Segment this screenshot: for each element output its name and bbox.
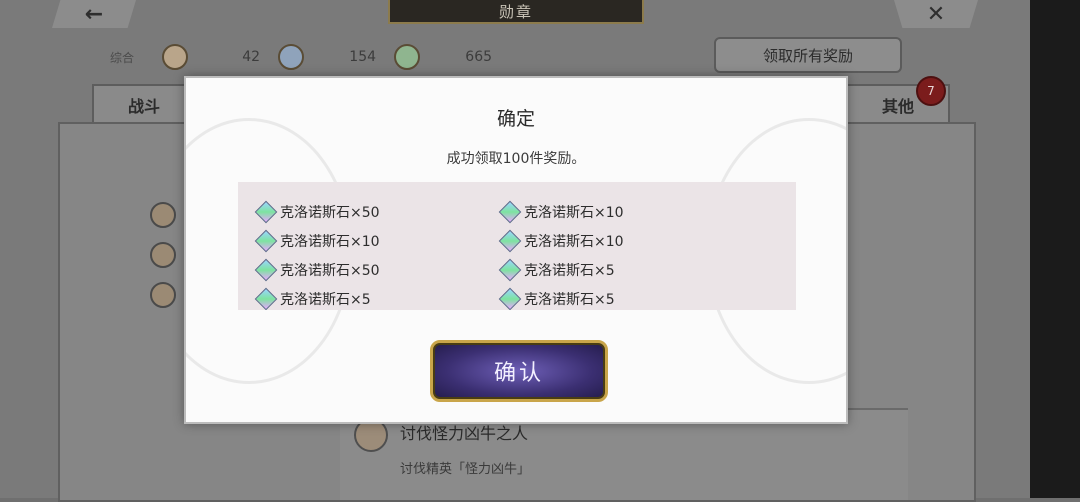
chronos-stone-icon (498, 287, 522, 310)
chronos-stone-icon (254, 287, 278, 310)
chronos-stone-icon (254, 200, 278, 224)
silver-medal-icon (278, 44, 305, 70)
medal-count-1: 42 (242, 49, 261, 65)
close-button[interactable]: ✕ (894, 0, 978, 28)
reward-item: 克洛诺斯石×10 (498, 229, 624, 253)
medal-icon (150, 242, 176, 268)
back-arrow-icon: ← (84, 1, 104, 27)
dialog-message: 成功领取100件奖励。 (446, 151, 586, 167)
back-button[interactable]: ← (52, 0, 136, 28)
page-title: 勋章 (388, 0, 644, 24)
reward-list[interactable]: 克洛诺斯石×50 克洛诺斯石×10 克洛诺斯石×10 克洛诺斯石×10 克洛诺斯… (238, 182, 796, 310)
reward-item: 克洛诺斯石×5 (498, 287, 615, 310)
claim-all-button[interactable]: 领取所有奖励 (714, 37, 902, 73)
bronze-medal-icon (162, 44, 189, 70)
reward-label: 克洛诺斯石×10 (280, 234, 380, 250)
reward-item: 克洛诺斯石×5 (498, 258, 615, 282)
chronos-stone-icon (254, 229, 278, 253)
reward-item: 克洛诺斯石×10 (254, 229, 380, 253)
reward-label: 克洛诺斯石×10 (524, 205, 624, 221)
screen-edge (1030, 0, 1080, 498)
close-icon: ✕ (926, 1, 946, 27)
reward-label: 克洛诺斯石×5 (524, 263, 615, 279)
reward-label: 克洛诺斯石×50 (280, 263, 380, 279)
reward-label: 克洛诺斯石×5 (524, 292, 615, 308)
reward-label: 克洛诺斯石×5 (280, 292, 371, 308)
quest-description: 讨伐精英「怪力凶牛」 (400, 462, 531, 477)
confirm-dialog: 确定 成功领取100件奖励。 克洛诺斯石×50 克洛诺斯石×10 克洛诺斯石×1… (184, 76, 848, 424)
chronos-stone-icon (498, 229, 522, 253)
medal-icon (150, 282, 176, 308)
chronos-stone-icon (498, 200, 522, 224)
confirm-button[interactable]: 确认 (430, 340, 608, 402)
reward-item: 克洛诺斯石×50 (254, 258, 380, 282)
reward-label: 克洛诺斯石×10 (524, 234, 624, 250)
reward-label: 克洛诺斯石×50 (280, 205, 380, 221)
reward-item: 克洛诺斯石×5 (254, 287, 371, 310)
tab-battle[interactable]: 战斗 (92, 84, 196, 124)
dialog-title: 确定 (496, 108, 535, 130)
reward-item: 克洛诺斯石×50 (254, 200, 380, 224)
chronos-stone-icon (254, 258, 278, 282)
medal-count-3: 665 (465, 49, 493, 65)
chronos-stone-icon (498, 258, 522, 282)
medal-stats: 综合 42 154 665 (110, 44, 530, 70)
notification-badge: 7 (916, 76, 946, 106)
stats-label: 综合 (110, 50, 135, 65)
medal-count-2: 154 (349, 49, 377, 65)
gold-medal-icon (394, 44, 421, 70)
medal-icon (150, 202, 176, 228)
reward-item: 克洛诺斯石×10 (498, 200, 624, 224)
